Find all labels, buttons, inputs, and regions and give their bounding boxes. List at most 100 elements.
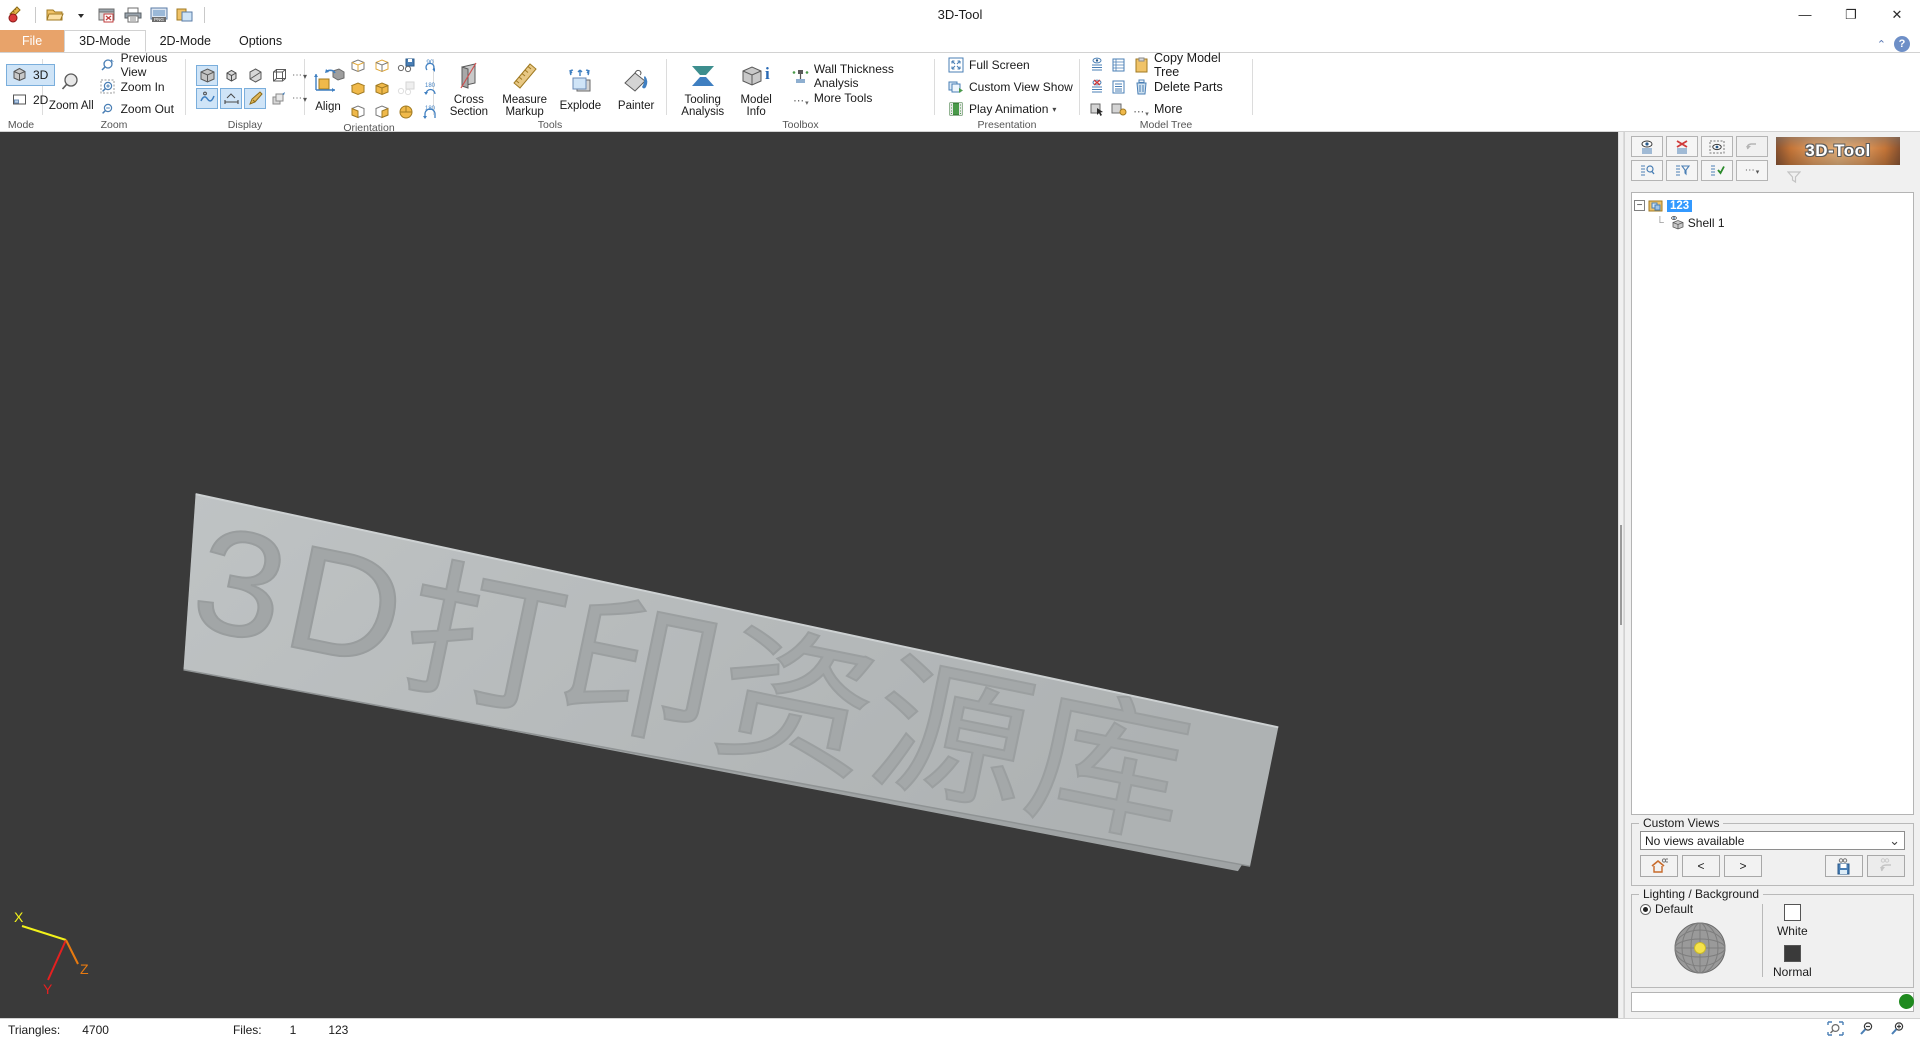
next-view-button[interactable]: > bbox=[1724, 855, 1762, 877]
display-shaded-edges-icon[interactable] bbox=[220, 65, 242, 86]
tree-expander-icon[interactable]: − bbox=[1634, 200, 1645, 211]
view-back-icon[interactable] bbox=[371, 55, 393, 76]
home-view-button[interactable] bbox=[1640, 855, 1678, 877]
save-view-button[interactable] bbox=[1825, 855, 1863, 877]
3d-viewport[interactable]: 3D 打印资源库 X Y Z bbox=[0, 132, 1618, 1018]
help-icon[interactable]: ? bbox=[1894, 36, 1910, 52]
check-tree-icon[interactable] bbox=[1701, 160, 1733, 181]
view-iso-icon[interactable] bbox=[371, 78, 393, 99]
copy-model-tree-icon[interactable] bbox=[1132, 56, 1150, 74]
tree-more-icon[interactable]: ⋯ ▾ bbox=[1736, 160, 1768, 181]
display-hidden-line-icon[interactable] bbox=[244, 65, 266, 86]
custom-view-show-label: Custom View Show bbox=[969, 80, 1073, 94]
display-markup-icon[interactable] bbox=[244, 88, 266, 109]
custom-views-select[interactable]: No views available ⌄ bbox=[1640, 831, 1905, 850]
lighting-default-radio[interactable]: Default bbox=[1640, 902, 1693, 916]
print-icon[interactable] bbox=[121, 4, 145, 26]
viewport-splitter[interactable] bbox=[1618, 132, 1624, 1018]
model-tree-more-icon[interactable]: ⋯ ▾ bbox=[1132, 100, 1150, 118]
close-file-icon[interactable] bbox=[95, 4, 119, 26]
light-sphere-widget[interactable] bbox=[1672, 920, 1728, 979]
display-smooth-icon[interactable] bbox=[196, 88, 218, 109]
3d-model-render[interactable]: 3D 打印资源库 bbox=[0, 132, 1618, 1018]
find-part-icon[interactable] bbox=[1631, 160, 1663, 181]
minimize-button[interactable]: — bbox=[1782, 0, 1828, 30]
view-left-icon[interactable] bbox=[347, 101, 369, 122]
assembly-folder-icon bbox=[1648, 198, 1664, 214]
model-info-button[interactable]: i Model Info bbox=[730, 57, 781, 118]
export-png-icon[interactable]: PNG bbox=[147, 4, 171, 26]
view-top-icon[interactable] bbox=[347, 78, 369, 99]
zoom-out-button[interactable]: Zoom Out bbox=[99, 99, 180, 119]
previous-view-button[interactable]: Previous View bbox=[99, 51, 180, 79]
copy-model-tree-label[interactable]: Copy Model Tree bbox=[1154, 51, 1247, 79]
background-white-swatch[interactable] bbox=[1783, 904, 1801, 921]
tab-file[interactable]: File bbox=[0, 30, 65, 52]
tree-node-root-label[interactable]: 123 bbox=[1667, 199, 1693, 212]
delete-parts-label[interactable]: Delete Parts bbox=[1154, 80, 1223, 94]
view-front-icon[interactable] bbox=[347, 55, 369, 76]
tree-branch-line: └ bbox=[1656, 216, 1664, 229]
display-dimensions-icon[interactable] bbox=[220, 88, 242, 109]
cross-section-button[interactable]: Cross Section bbox=[444, 57, 494, 118]
tab-options[interactable]: Options bbox=[225, 30, 296, 52]
open-file-icon[interactable] bbox=[43, 4, 67, 26]
play-animation-button[interactable]: Play Animation ▾ bbox=[947, 99, 1073, 119]
view-right-icon[interactable] bbox=[371, 101, 393, 122]
ribbon-tab-bar: File 3D-Mode 2D-Mode Options ⌃ ? bbox=[0, 30, 1920, 52]
background-normal-swatch[interactable] bbox=[1783, 945, 1801, 962]
play-animation-dropdown-icon[interactable]: ▾ bbox=[1052, 105, 1056, 114]
custom-view-show-button[interactable]: Custom View Show bbox=[947, 77, 1073, 97]
tree-list-2-icon[interactable] bbox=[1110, 78, 1128, 96]
new-measure-icon[interactable] bbox=[4, 4, 28, 26]
explode-button[interactable]: Explode bbox=[556, 63, 606, 112]
tree-node-shell-1-label[interactable]: Shell 1 bbox=[1688, 216, 1725, 230]
tree-visibility-icon[interactable] bbox=[1088, 56, 1106, 74]
zoom-in-button[interactable]: Zoom In bbox=[99, 77, 180, 97]
group-label-toolbox: Toolbox bbox=[782, 119, 819, 131]
zoom-all-button[interactable]: Zoom All bbox=[48, 63, 95, 112]
open-dropdown-icon[interactable] bbox=[69, 4, 93, 26]
ruler-icon bbox=[510, 60, 540, 92]
main-area: 3D 打印资源库 X Y Z ⋯ ▾ 3D-Tool − 123 └ Shell… bbox=[0, 132, 1920, 1018]
explode-label: Explode bbox=[559, 99, 602, 112]
wall-thickness-analysis-button[interactable]: Wall Thickness Analysis bbox=[792, 62, 929, 90]
more-tools-button[interactable]: ⋯ ▾ More Tools bbox=[792, 88, 929, 108]
group-label-display: Display bbox=[227, 119, 263, 131]
view-sphere-icon[interactable] bbox=[395, 101, 417, 122]
zoom-all-icon[interactable] bbox=[1827, 1020, 1844, 1039]
close-button[interactable]: ✕ bbox=[1874, 0, 1920, 30]
align-button[interactable]: Align bbox=[311, 64, 345, 113]
display-wireframe-icon[interactable] bbox=[268, 65, 290, 86]
show-selected-icon[interactable] bbox=[1701, 136, 1733, 157]
tree-node-shell-1[interactable]: └ Shell 1 bbox=[1634, 214, 1911, 231]
maximize-button[interactable]: ❐ bbox=[1828, 0, 1874, 30]
tab-3d-mode[interactable]: 3D-Mode bbox=[64, 30, 146, 52]
zoom-out-icon[interactable] bbox=[1858, 1021, 1875, 1039]
painter-button[interactable]: Painter bbox=[611, 63, 661, 112]
tree-list-icon[interactable] bbox=[1110, 56, 1128, 74]
previous-view-button[interactable]: < bbox=[1682, 855, 1720, 877]
save-view-icon[interactable] bbox=[395, 55, 417, 76]
collapse-ribbon-icon[interactable]: ⌃ bbox=[1877, 38, 1886, 51]
display-transform-icon[interactable] bbox=[268, 88, 290, 109]
tab-2d-mode[interactable]: 2D-Mode bbox=[146, 30, 225, 52]
chevron-down-icon[interactable]: ⌄ bbox=[1889, 833, 1900, 849]
filter-tree-icon[interactable] bbox=[1666, 160, 1698, 181]
tree-hide-icon[interactable] bbox=[1088, 78, 1106, 96]
zoom-in-icon[interactable] bbox=[1889, 1021, 1906, 1039]
model-tree-more-label[interactable]: More bbox=[1154, 102, 1182, 116]
hide-selected-icon[interactable] bbox=[1666, 136, 1698, 157]
copy-clipboard-icon[interactable] bbox=[173, 4, 197, 26]
tree-node-root[interactable]: − 123 bbox=[1634, 197, 1911, 214]
model-tree[interactable]: − 123 └ Shell 1 bbox=[1631, 192, 1914, 815]
delete-parts-icon[interactable] bbox=[1132, 78, 1150, 96]
display-shaded-icon[interactable] bbox=[196, 65, 218, 86]
select-part-highlight-icon[interactable] bbox=[1110, 100, 1128, 118]
full-screen-button[interactable]: Full Screen bbox=[947, 55, 1073, 75]
show-all-icon[interactable] bbox=[1631, 136, 1663, 157]
measure-markup-button[interactable]: Measure Markup bbox=[500, 57, 550, 118]
select-part-icon[interactable] bbox=[1088, 100, 1106, 118]
tooling-analysis-button[interactable]: Tooling Analysis bbox=[677, 57, 728, 118]
load-view-icon[interactable] bbox=[395, 78, 417, 99]
